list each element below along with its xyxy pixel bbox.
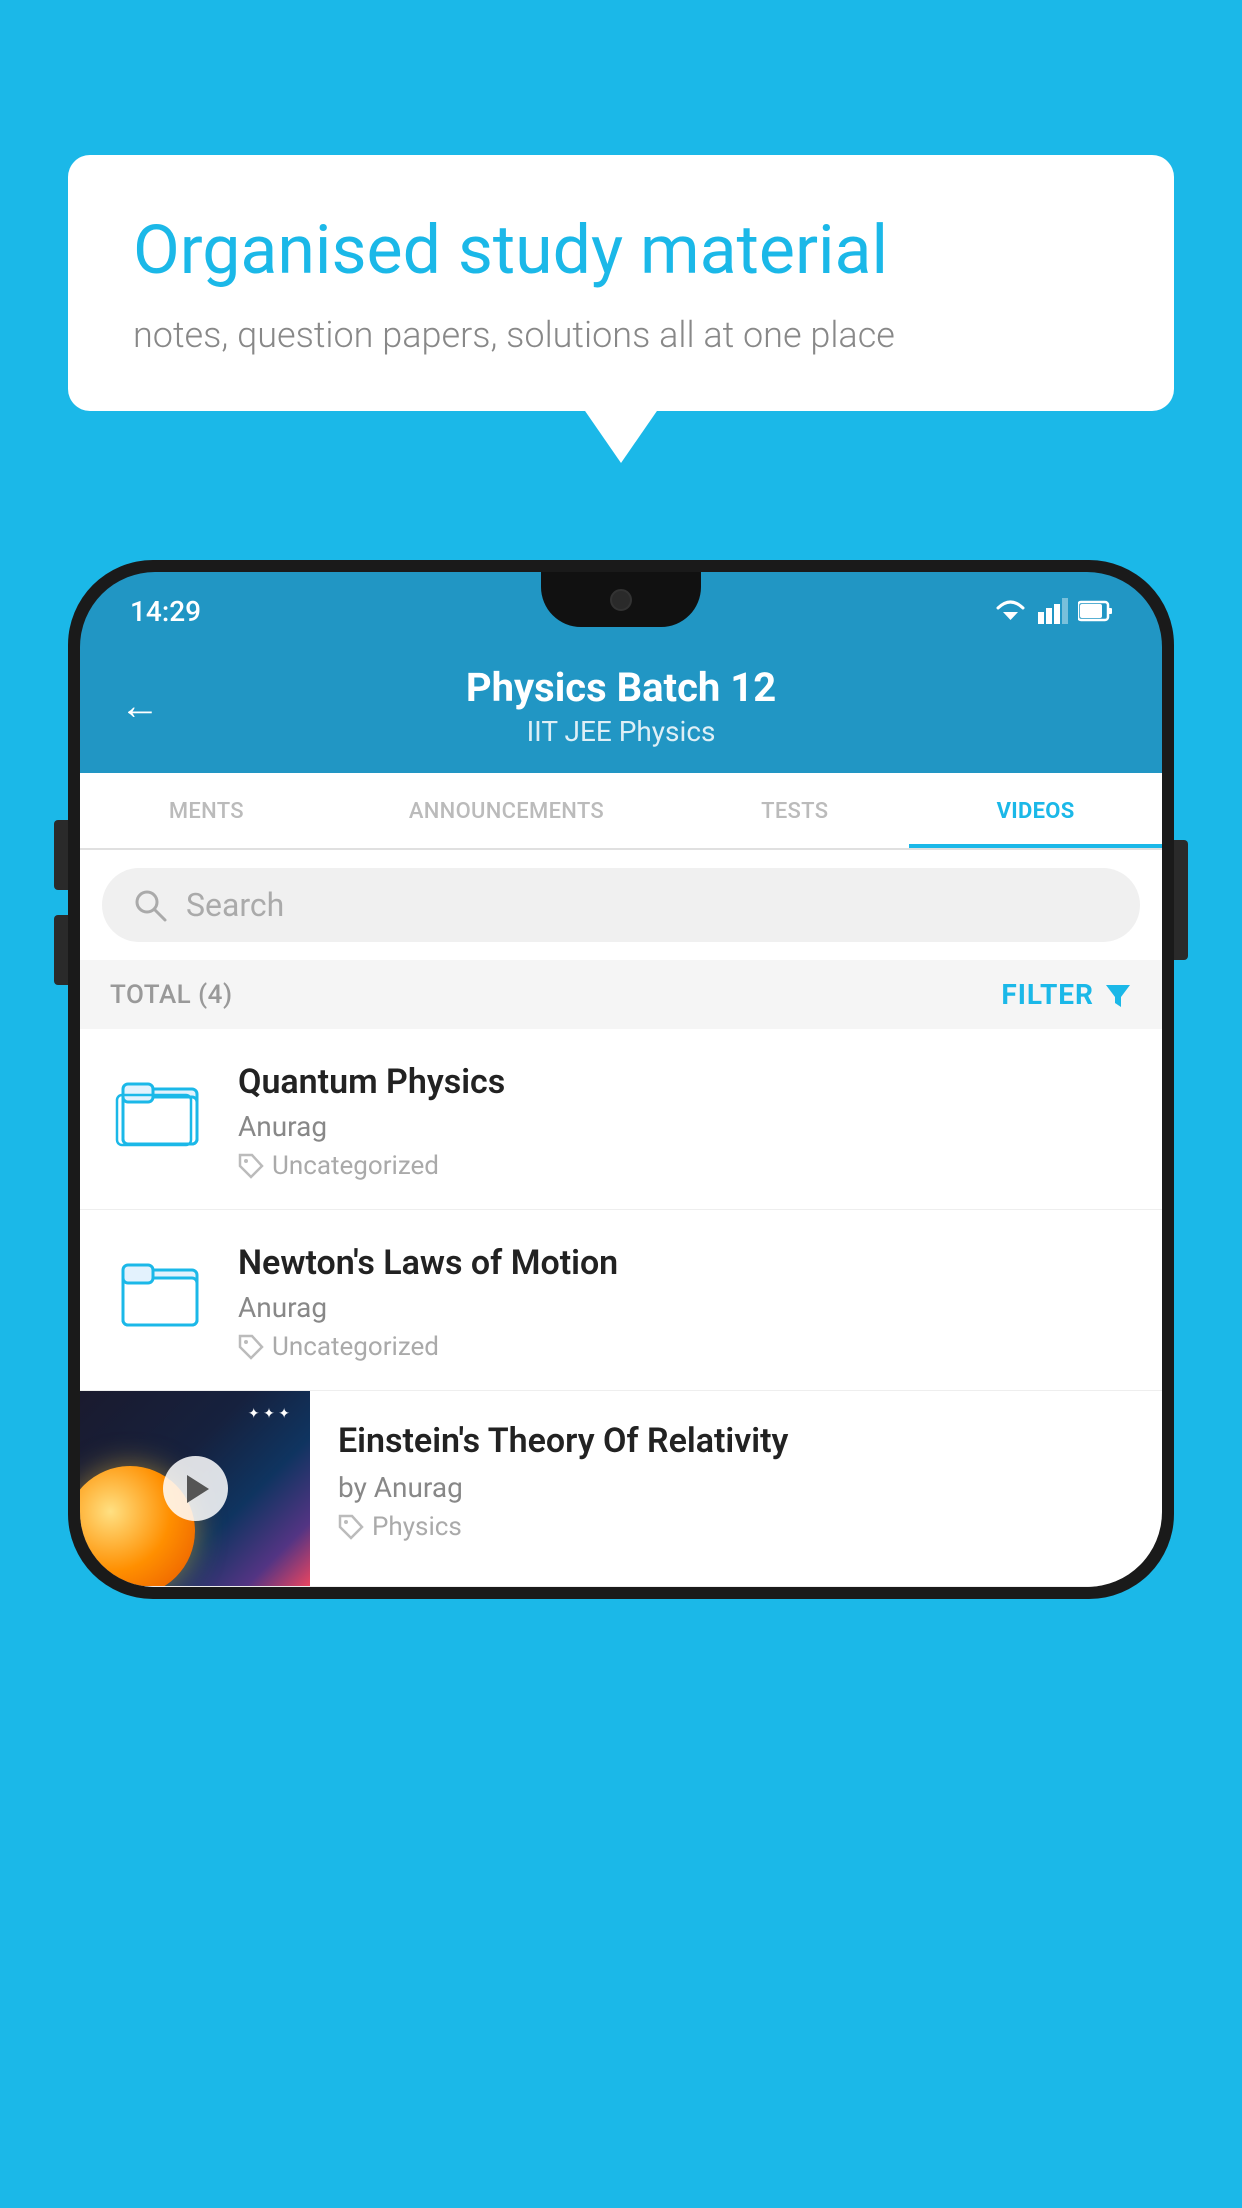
folder-icon-1 bbox=[110, 1062, 210, 1157]
video-title-2: Newton's Laws of Motion bbox=[238, 1243, 1132, 1283]
play-button[interactable] bbox=[163, 1456, 228, 1521]
speech-bubble-subtitle: notes, question papers, solutions all at… bbox=[133, 314, 1109, 356]
volume-up-button bbox=[54, 820, 68, 890]
tab-tests[interactable]: TESTS bbox=[680, 773, 909, 848]
tag-label-2: Uncategorized bbox=[272, 1332, 439, 1362]
phone-notch bbox=[541, 572, 701, 627]
tabs-bar: MENTS ANNOUNCEMENTS TESTS VIDEOS bbox=[80, 773, 1162, 850]
list-item[interactable]: Quantum Physics Anurag Uncategorized bbox=[80, 1029, 1162, 1210]
header-titles: Physics Batch 12 IIT JEE Physics bbox=[466, 664, 776, 748]
video-author-3: by Anurag bbox=[338, 1471, 1134, 1504]
battery-icon bbox=[1078, 600, 1112, 622]
header-subtitle: IIT JEE Physics bbox=[466, 715, 776, 748]
status-bar: 14:29 bbox=[80, 572, 1162, 642]
folder-icon-2 bbox=[110, 1243, 210, 1338]
tab-announcements[interactable]: ANNOUNCEMENTS bbox=[333, 773, 680, 848]
tag-label-3: Physics bbox=[372, 1512, 462, 1542]
phone-outer: 14:29 ← Physics Batch 12 bbox=[68, 560, 1174, 1599]
wifi-icon bbox=[993, 598, 1028, 624]
list-item[interactable]: ✦ ✦ ✦ Einstein's Theory Of Relativity by… bbox=[80, 1391, 1162, 1587]
speech-bubble-arrow bbox=[583, 408, 659, 463]
total-count-label: TOTAL (4) bbox=[110, 980, 233, 1010]
video-info-3: Einstein's Theory Of Relativity by Anura… bbox=[310, 1391, 1162, 1586]
speech-bubble-title: Organised study material bbox=[133, 210, 1109, 292]
video-author-1: Anurag bbox=[238, 1110, 1132, 1143]
tab-videos[interactable]: VIDEOS bbox=[909, 773, 1162, 848]
header-row: ← Physics Batch 12 IIT JEE Physics bbox=[120, 664, 1122, 748]
video-author-2: Anurag bbox=[238, 1291, 1132, 1324]
volume-down-button bbox=[54, 915, 68, 985]
filter-button[interactable]: FILTER bbox=[1001, 978, 1132, 1011]
play-triangle-icon bbox=[187, 1475, 209, 1503]
video-title-3: Einstein's Theory Of Relativity bbox=[338, 1419, 1134, 1463]
video-info-2: Newton's Laws of Motion Anurag Uncategor… bbox=[238, 1238, 1132, 1362]
search-container: Search bbox=[80, 850, 1162, 960]
search-icon bbox=[132, 887, 168, 923]
front-camera bbox=[610, 589, 632, 611]
tag-icon-3 bbox=[338, 1514, 364, 1540]
signal-icon bbox=[1038, 598, 1068, 624]
video-thumbnail: ✦ ✦ ✦ bbox=[80, 1391, 310, 1586]
power-button bbox=[1174, 840, 1188, 960]
filter-bar: TOTAL (4) FILTER bbox=[80, 960, 1162, 1029]
back-button[interactable]: ← bbox=[120, 686, 160, 726]
video-tag-2: Uncategorized bbox=[238, 1332, 1132, 1362]
tag-label-1: Uncategorized bbox=[272, 1151, 439, 1181]
search-bar[interactable]: Search bbox=[102, 868, 1140, 942]
tag-icon-1 bbox=[238, 1153, 264, 1179]
search-placeholder: Search bbox=[186, 886, 284, 924]
filter-label: FILTER bbox=[1001, 978, 1094, 1011]
phone-inner: 14:29 ← Physics Batch 12 bbox=[80, 572, 1162, 1587]
header-title: Physics Batch 12 bbox=[466, 664, 776, 711]
video-tag-1: Uncategorized bbox=[238, 1151, 1132, 1181]
speech-bubble: Organised study material notes, question… bbox=[68, 155, 1174, 411]
phone-mockup: 14:29 ← Physics Batch 12 bbox=[68, 560, 1174, 2208]
app-header: ← Physics Batch 12 IIT JEE Physics bbox=[80, 642, 1162, 773]
stars-visual: ✦ ✦ ✦ bbox=[248, 1406, 290, 1422]
tab-ments[interactable]: MENTS bbox=[80, 773, 333, 848]
status-time: 14:29 bbox=[130, 595, 201, 628]
video-list: Quantum Physics Anurag Uncategorized bbox=[80, 1029, 1162, 1587]
list-item[interactable]: Newton's Laws of Motion Anurag Uncategor… bbox=[80, 1210, 1162, 1391]
back-arrow-icon: ← bbox=[120, 682, 160, 729]
video-title-1: Quantum Physics bbox=[238, 1062, 1132, 1102]
tag-icon-2 bbox=[238, 1334, 264, 1360]
filter-funnel-icon bbox=[1104, 981, 1132, 1009]
status-icons bbox=[993, 598, 1112, 624]
video-tag-3: Physics bbox=[338, 1512, 1134, 1542]
video-info-1: Quantum Physics Anurag Uncategorized bbox=[238, 1057, 1132, 1181]
speech-bubble-container: Organised study material notes, question… bbox=[68, 155, 1174, 411]
